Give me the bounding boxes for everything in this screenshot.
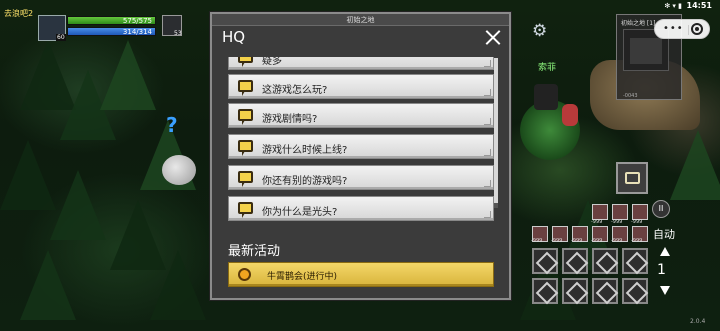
mp-bar: 314/314: [67, 27, 156, 36]
party-level: -999: [591, 238, 603, 244]
corner-mark: [484, 149, 491, 156]
skill-slot[interactable]: [622, 278, 648, 304]
dialog-header-bar: 初始之地: [212, 14, 509, 26]
party-member[interactable]: [592, 204, 608, 220]
question-label: 游戏剧情吗?: [262, 114, 318, 125]
question-item[interactable]: 游戏剧情吗?: [228, 103, 494, 128]
hp-bar: 575/575: [67, 16, 156, 25]
party-member[interactable]: [632, 204, 648, 220]
skill-slot[interactable]: [532, 248, 558, 274]
party-level: -999: [631, 238, 643, 244]
close-button[interactable]: [485, 29, 501, 45]
party-level: -999: [531, 238, 543, 244]
skill-page-number: 1: [657, 262, 666, 278]
player-name: 去浪吧2: [4, 9, 34, 18]
corner-mark: [484, 60, 491, 67]
chat-bubble-icon: [238, 140, 253, 152]
hq-dialog: 初始之地 HQ 疑多 这游戏怎么玩? 游戏剧情吗? 游戏什么时候上线? 你还有别…: [210, 12, 511, 300]
corner-mark: [484, 211, 491, 218]
status-icons: ✻ ▾ ▮: [664, 2, 682, 10]
party-level: -999: [611, 238, 623, 244]
quest-marker-icon[interactable]: ?: [166, 113, 178, 137]
mp-text: 314/314: [122, 28, 152, 36]
question-label: 你为什么是光头?: [262, 207, 338, 218]
tree: [670, 130, 720, 200]
more-icon[interactable]: •••: [663, 23, 684, 34]
party-member[interactable]: [612, 204, 628, 220]
clock: 14:51: [686, 1, 712, 10]
party-level: -999: [571, 238, 583, 244]
version-label: 2.0.4: [690, 318, 706, 325]
skill-slot[interactable]: [562, 278, 588, 304]
corner-mark: [484, 89, 491, 96]
chat-bubble-icon: [238, 109, 253, 121]
event-label: 牛霄鹊会(进行中): [267, 272, 338, 282]
question-label: 游戏什么时候上线?: [262, 145, 348, 156]
party-level: -999: [631, 219, 643, 225]
tree: [100, 40, 156, 110]
question-label: 这游戏怎么玩?: [262, 85, 328, 96]
minimap-position: -0043: [623, 93, 638, 99]
egg-rock: [162, 155, 196, 185]
question-list[interactable]: 疑多 这游戏怎么玩? 游戏剧情吗? 游戏什么时候上线? 你还有别的游戏吗? 你为…: [226, 57, 502, 242]
player-level: 60: [56, 34, 66, 41]
miniapp-menu[interactable]: •••: [654, 19, 710, 39]
question-item[interactable]: 这游戏怎么玩?: [228, 74, 494, 99]
question-label: 疑多: [262, 57, 282, 67]
gear-icon[interactable]: ⚙: [532, 21, 547, 41]
close-circle-icon[interactable]: [691, 23, 703, 35]
auto-toggle[interactable]: 自动: [653, 226, 675, 242]
skill-slot[interactable]: [592, 278, 618, 304]
scrollbar[interactable]: [494, 58, 498, 208]
corner-mark: [484, 180, 491, 187]
status-bar: ✻ ▾ ▮ 14:51: [0, 0, 720, 12]
question-item[interactable]: 你还有别的游戏吗?: [228, 165, 494, 190]
chat-bubble-icon: [625, 172, 640, 184]
question-item[interactable]: 你为什么是光头?: [228, 196, 494, 221]
skill-slot[interactable]: [562, 248, 588, 274]
page-up-arrow-icon[interactable]: [660, 247, 670, 256]
hp-text: 575/575: [122, 17, 152, 25]
question-item[interactable]: 疑多: [228, 57, 494, 70]
red-hair-npc[interactable]: [562, 104, 578, 126]
divider: [688, 25, 689, 35]
event-icon: [238, 268, 251, 281]
scrollbar-thumb[interactable]: [494, 58, 498, 203]
tree: [150, 250, 206, 320]
skill-slot[interactable]: [532, 278, 558, 304]
chat-bubble-icon: [238, 202, 253, 214]
tree: [0, 140, 56, 210]
event-item[interactable]: 牛霄鹊会(进行中): [228, 262, 494, 287]
chat-bubble-icon: [238, 57, 253, 63]
chat-bubble-icon: [238, 171, 253, 183]
skill-slot[interactable]: [622, 248, 648, 274]
page-down-arrow-icon[interactable]: [660, 286, 670, 295]
party-level: -999: [591, 219, 603, 225]
corner-mark: [484, 118, 491, 125]
question-label: 你还有别的游戏吗?: [262, 176, 348, 187]
question-item[interactable]: 游戏什么时候上线?: [228, 134, 494, 159]
npc-name: 索菲: [538, 63, 557, 73]
skill-slot[interactable]: [592, 248, 618, 274]
armored-npc[interactable]: [534, 84, 558, 110]
news-section-title: 最新活动: [228, 244, 281, 259]
chat-button[interactable]: [616, 162, 648, 194]
pause-button[interactable]: II: [652, 200, 670, 218]
map-name: 初始之地: [346, 16, 375, 24]
dialog-title: HQ: [222, 28, 246, 46]
minimap-title: 初始之地 [1]: [621, 20, 656, 27]
tree: [20, 250, 76, 320]
tree: [50, 170, 106, 240]
chat-bubble-icon: [238, 80, 253, 92]
pet-level: 53: [174, 30, 182, 37]
party-level: -999: [611, 219, 623, 225]
party-level: -999: [551, 238, 563, 244]
